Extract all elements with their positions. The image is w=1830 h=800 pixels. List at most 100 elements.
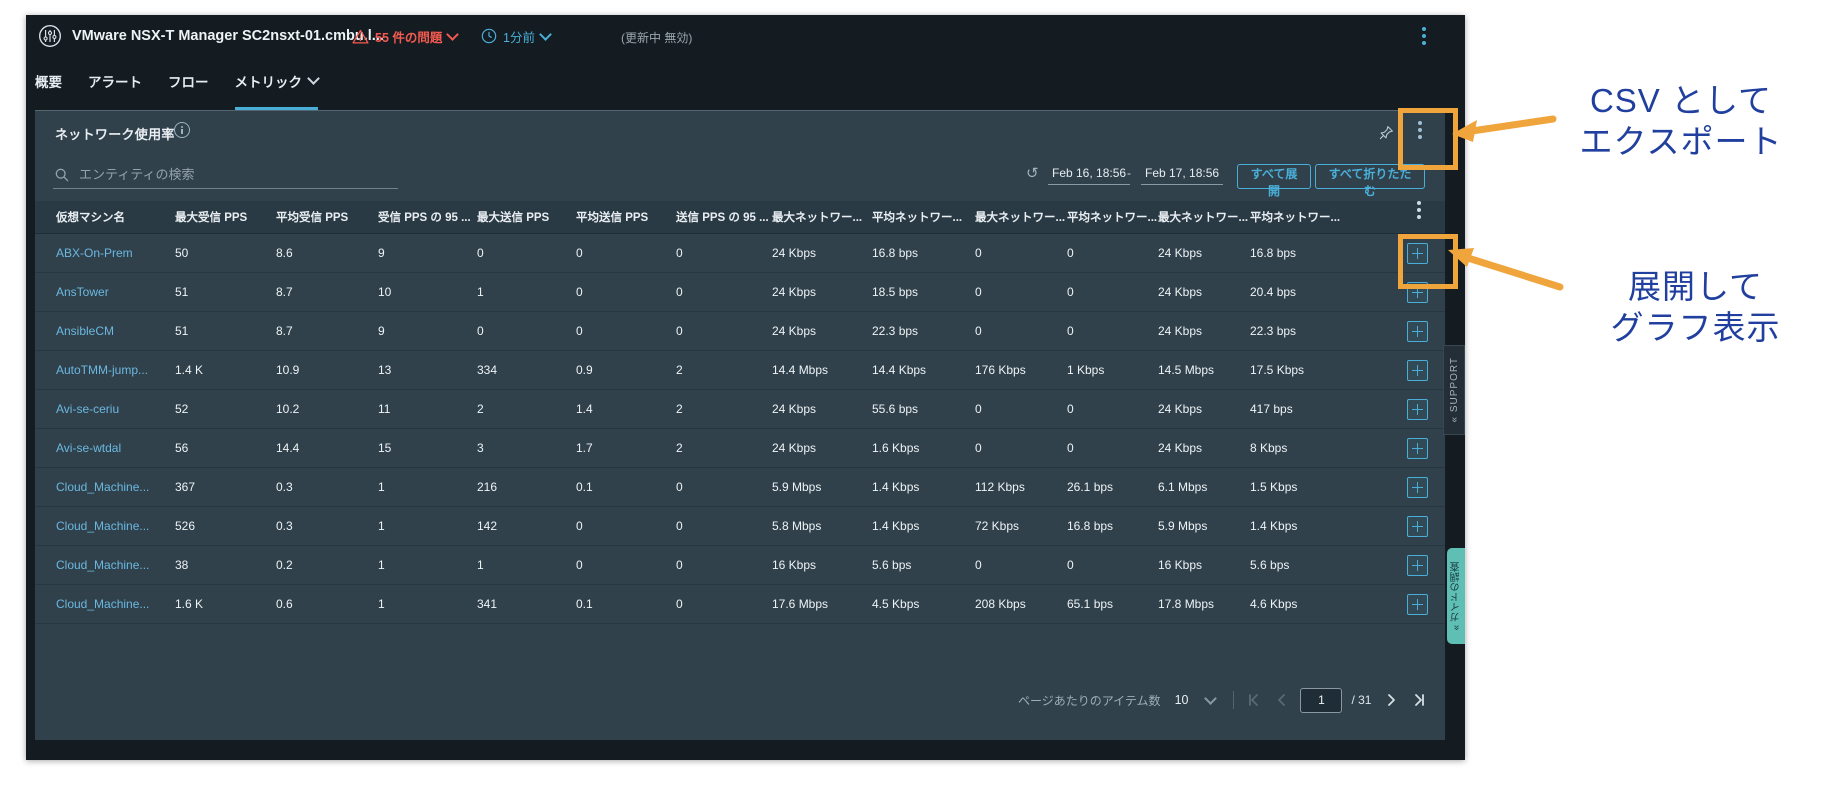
tab-flows[interactable]: フロー [168, 71, 209, 110]
metric-value: 367 [175, 480, 196, 494]
metric-value: 0 [676, 558, 683, 572]
vm-name-link[interactable]: Cloud_Machine... [56, 597, 175, 611]
expand-row-button[interactable] [1407, 515, 1428, 537]
metric-value: 8 Kbps [1250, 441, 1288, 455]
tab-overview[interactable]: 概要 [35, 71, 62, 110]
metric-value: 55.6 bps [872, 402, 919, 416]
metric-value: 10.2 [276, 402, 300, 416]
expand-row-button[interactable] [1407, 554, 1428, 576]
next-page-button[interactable] [1383, 692, 1399, 708]
app-window: VMware NSX-T Manager SC2nsxt-01.cmbu.l..… [26, 15, 1465, 760]
expand-row-button[interactable] [1407, 437, 1428, 459]
metric-value: 0.2 [276, 558, 293, 572]
metric-value: 24 Kbps [1158, 441, 1203, 455]
metric-value: 6.1 Mbps [1158, 480, 1208, 494]
tab-alerts[interactable]: アラート [88, 71, 142, 110]
refresh-dropdown[interactable]: 1分前 [481, 15, 552, 57]
first-page-button[interactable] [1246, 692, 1262, 708]
items-per-page-value[interactable]: 10 [1175, 693, 1189, 707]
header-kebab-menu[interactable] [1422, 34, 1426, 38]
metric-value: 24 Kbps [1158, 324, 1203, 338]
guide-tab[interactable]: « ガイドの調査 [1447, 548, 1465, 644]
vm-name-link[interactable]: Cloud_Machine... [56, 519, 175, 533]
metric-value: 13 [378, 363, 392, 377]
search-input[interactable] [53, 163, 398, 189]
previous-page-button[interactable] [1274, 692, 1290, 708]
expand-row-button[interactable] [1407, 593, 1428, 615]
app-title: VMware NSX-T Manager SC2nsxt-01.cmbu.l..… [72, 28, 384, 44]
metric-value: 65.1 bps [1067, 597, 1114, 611]
metric-value: 17.6 Mbps [772, 597, 829, 611]
metric-value: 24 Kbps [772, 441, 817, 455]
metric-value: 216 [477, 480, 498, 494]
last-page-button[interactable] [1411, 692, 1427, 708]
metric-value: 24 Kbps [772, 285, 817, 299]
total-pages: / 31 [1351, 693, 1372, 707]
metric-value: 9 [378, 324, 385, 338]
column-header[interactable]: 平均ネットワー... [1250, 209, 1373, 225]
expand-row-button[interactable] [1407, 398, 1428, 420]
vm-name-link[interactable]: AnsTower [56, 285, 175, 299]
table-row: AutoTMM-jump... 1.4 K 10.9 13 334 0.9 2 14.4 Mb… [35, 351, 1445, 390]
tab-metrics[interactable]: メトリック [234, 71, 320, 110]
column-header[interactable]: 最大送信 PPS [477, 209, 576, 225]
app-header: VMware NSX-T Manager SC2nsxt-01.cmbu.l..… [26, 15, 1465, 57]
column-header[interactable]: 平均ネットワー... [872, 209, 975, 225]
table-row: Avi-se-wtdal 56 14.4 15 3 1.7 2 24 Kbps 1.6 Kbps… [35, 429, 1445, 468]
vm-name-link[interactable]: Cloud_Machine... [56, 480, 175, 494]
metric-value: 0 [975, 402, 982, 416]
metric-value: 0 [676, 519, 683, 533]
metric-value: 1.7 [576, 441, 593, 455]
column-header[interactable]: 平均受信 PPS [276, 209, 378, 225]
metric-value: 14.4 [276, 441, 300, 455]
metric-value: 22.3 bps [872, 324, 919, 338]
metric-value: 1 [378, 558, 385, 572]
expand-row-button[interactable] [1407, 320, 1428, 342]
pin-icon[interactable] [1377, 124, 1395, 142]
column-header[interactable]: 平均ネットワー... [1067, 209, 1158, 225]
column-header[interactable]: 受信 PPS の 95 ... [378, 209, 477, 225]
metric-value: 1 [378, 480, 385, 494]
metric-value: 0.3 [276, 480, 293, 494]
vm-name-link[interactable]: AutoTMM-jump... [56, 363, 175, 377]
column-header[interactable]: 最大ネットワー... [1158, 209, 1250, 225]
column-header[interactable]: 最大ネットワー... [975, 209, 1067, 225]
vm-name-link[interactable]: AnsibleCM [56, 324, 175, 338]
metric-value: 2 [676, 363, 683, 377]
support-tab[interactable]: « SUPPORT [1443, 345, 1465, 435]
vm-name-link[interactable]: Cloud_Machine... [56, 558, 175, 572]
info-icon[interactable] [174, 122, 190, 138]
metric-value: 1.4 [576, 402, 593, 416]
vm-name-link[interactable]: Avi-se-wtdal [56, 441, 175, 455]
metric-value: 0 [975, 246, 982, 260]
column-header[interactable]: 平均送信 PPS [576, 209, 676, 225]
column-header[interactable]: 最大受信 PPS [175, 209, 276, 225]
column-header[interactable]: 仮想マシン名 [56, 209, 175, 225]
vm-name-link[interactable]: ABX-On-Prem [56, 246, 175, 260]
metric-value: 0 [975, 285, 982, 299]
metric-value: 16.8 bps [1067, 519, 1114, 533]
expand-all-button[interactable]: すべて展開 [1237, 164, 1311, 198]
column-options-kebab[interactable] [1417, 208, 1421, 212]
metric-value: 5.6 bps [1250, 558, 1290, 572]
metric-value: 208 Kbps [975, 597, 1026, 611]
column-header[interactable]: 送信 PPS の 95 ... [676, 209, 772, 225]
expand-row-button[interactable] [1407, 359, 1428, 381]
page-number-input[interactable] [1300, 687, 1343, 713]
metric-value: 24 Kbps [1158, 285, 1203, 299]
metric-value: 0 [676, 597, 683, 611]
date-to-field[interactable]: Feb 17, 18:56 [1141, 166, 1224, 185]
vm-name-link[interactable]: Avi-se-ceriu [56, 402, 175, 416]
problems-dropdown[interactable]: 55 件の問題 [352, 15, 460, 57]
metric-value: 0 [1067, 324, 1074, 338]
chevron-down-icon[interactable] [1204, 691, 1218, 705]
date-from-field[interactable]: Feb 16, 18:56 [1048, 166, 1131, 185]
annotation-text-export: CSV として エクスポート [1579, 82, 1783, 160]
metric-value: 1.4 K [175, 363, 204, 377]
expand-row-button[interactable] [1407, 476, 1428, 498]
table-row: Avi-se-ceriu 52 10.2 11 2 1.4 2 24 Kbps 55.6 bps… [35, 390, 1445, 429]
column-header[interactable]: 最大ネットワー... [772, 209, 872, 225]
metric-value: 0.9 [576, 363, 593, 377]
metric-value: 38 [175, 558, 189, 572]
metric-value: 10 [378, 285, 392, 299]
